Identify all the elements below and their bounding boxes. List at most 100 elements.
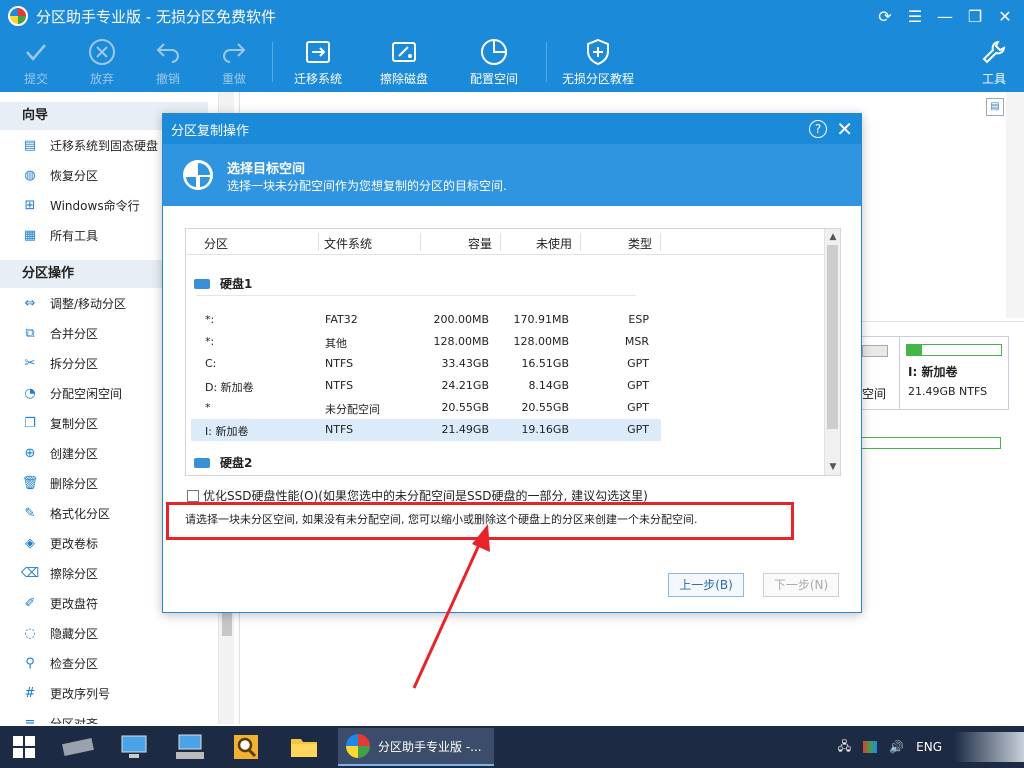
memory-chip-icon: [62, 738, 94, 756]
allocate-space-button[interactable]: 配置空间: [462, 36, 526, 90]
table-row[interactable]: *: 其他 128.00MB 128.00MB MSR: [191, 331, 661, 353]
scrollbar-thumb[interactable]: [222, 612, 232, 636]
taskbar-chip-app[interactable]: [58, 730, 98, 764]
color-icon[interactable]: [863, 741, 878, 753]
broom-icon: ⌫: [20, 565, 40, 581]
migrate-icon: [306, 41, 330, 63]
sidebar-item-hide[interactable]: ◌ 隐藏分区: [0, 618, 208, 648]
create-icon: ⊕: [24, 445, 36, 461]
start-button[interactable]: [4, 730, 44, 764]
annotation-arrow: [412, 524, 490, 689]
sidebar-item-serial[interactable]: # 更改序列号: [0, 678, 208, 708]
disk-icon: [194, 457, 210, 468]
table-scrollbar[interactable]: ▲ ▼: [824, 229, 840, 475]
pie-icon: [183, 160, 213, 190]
title-bar: 分区助手专业版 - 无损分区免费软件: [0, 0, 1024, 32]
system-tray: 🖧 🔊 ENG: [838, 726, 1024, 768]
partition-table: 分区 文件系统 容量 未使用 类型 硬盘1 *: FAT32 200.00MB …: [185, 228, 841, 476]
disk1-row[interactable]: 硬盘1: [194, 275, 252, 292]
dialog-heading: 选择目标空间: [227, 162, 306, 177]
split-icon: ✂: [24, 355, 36, 371]
recover-icon: ◍: [24, 167, 36, 183]
pencil-icon: ✐: [24, 595, 36, 611]
language-indicator[interactable]: ENG: [916, 740, 942, 754]
maximize-button[interactable]: ❐: [962, 4, 988, 28]
next-button[interactable]: 下一步(N): [763, 573, 839, 597]
main-scrollbar[interactable]: [1006, 92, 1024, 318]
check-icon: [26, 44, 46, 61]
folder-icon: [291, 739, 317, 757]
table-row[interactable]: D: 新加卷 NTFS 24.21GB 8.14GB GPT: [191, 375, 661, 397]
taskbar-search-app[interactable]: [226, 730, 266, 764]
submit-button[interactable]: 提交: [14, 36, 58, 90]
taskbar-keyboard-app[interactable]: [170, 730, 210, 764]
partition-usage-bar: [906, 344, 1002, 356]
copy-icon: ❐: [24, 415, 36, 431]
table-row[interactable]: C: NTFS 33.43GB 16.51GB GPT: [191, 353, 661, 375]
undo-button[interactable]: 撤销: [146, 36, 190, 90]
undo-icon: [156, 43, 179, 63]
disk2-row[interactable]: 硬盘2: [194, 454, 252, 471]
column-header[interactable]: 未使用: [536, 235, 572, 252]
refresh-icon[interactable]: ⟳: [872, 4, 898, 28]
disk2-card[interactable]: [861, 429, 1011, 484]
disk-icon: [194, 278, 210, 289]
taskbar: 分区助手专业版 -... 🖧 🔊 ENG: [0, 726, 1024, 768]
partition-bar: [862, 345, 888, 357]
wipe-disk-button[interactable]: 擦除磁盘: [372, 36, 436, 90]
align-icon: ≡: [24, 715, 36, 725]
view-toggle-icon[interactable]: ▤: [986, 98, 1004, 116]
keyboard-icon: [176, 734, 204, 759]
dialog-title: 分区复制操作: [171, 123, 250, 139]
toolbar: 提交 放弃 撤销 重做 迁移系统 擦除磁盘 配置空间 无损分区教程 工具: [0, 36, 1024, 90]
sidebar-item-align[interactable]: ≡ 分区对齐: [0, 708, 208, 725]
windows-icon: ⊞: [24, 197, 36, 213]
toolbar-divider: [272, 42, 273, 82]
window-controls: ⟳ ☰ — ❐ ✕: [872, 4, 1018, 28]
computer-icon: [121, 735, 147, 758]
app-header: 分区助手专业版 - 无损分区免费软件 ⟳ ☰ — ❐ ✕ 提交 放弃 撤销 重做…: [0, 0, 1024, 92]
tools-button[interactable]: 工具: [972, 36, 1016, 90]
column-header[interactable]: 类型: [628, 235, 652, 252]
network-icon[interactable]: 🖧: [838, 737, 851, 758]
clock-area[interactable]: [954, 732, 1024, 762]
discard-button[interactable]: 放弃: [80, 36, 124, 90]
wipe-disk-icon: [392, 42, 416, 62]
scrollbar-thumb[interactable]: [827, 245, 838, 429]
eye-off-icon: ◌: [24, 625, 36, 641]
column-header[interactable]: 文件系统: [324, 235, 372, 252]
chevron-up-icon[interactable]: ▲: [825, 229, 841, 245]
disk-card-i[interactable]: I: 新加卷 21.49GB NTFS: [899, 336, 1009, 410]
format-icon: ✎: [24, 505, 36, 521]
volume-icon[interactable]: 🔊: [889, 740, 904, 754]
wrench-icon: [982, 40, 1006, 64]
magnifier-icon: [234, 735, 258, 759]
table-row[interactable]: *: FAT32 200.00MB 170.91MB ESP: [191, 309, 661, 331]
sidebar-item-check[interactable]: ⚲ 检查分区: [0, 648, 208, 678]
column-header[interactable]: 分区: [204, 235, 228, 252]
dialog-title-bar: 分区复制操作 ? ✕: [163, 114, 861, 144]
column-header[interactable]: 容量: [468, 235, 492, 252]
menu-icon[interactable]: ☰: [902, 4, 928, 28]
taskbar-active-app[interactable]: 分区助手专业版 -...: [338, 728, 494, 766]
close-button[interactable]: ✕: [992, 4, 1018, 28]
chevron-down-icon[interactable]: ▼: [825, 459, 841, 475]
toolbar-divider: [546, 42, 547, 82]
table-row[interactable]: * 未分配空间 20.55GB 20.55GB GPT: [191, 397, 661, 419]
dialog-close-button[interactable]: ✕: [836, 117, 853, 141]
partition-usage-bar: [861, 437, 1001, 449]
taskbar-computer-app[interactable]: [114, 730, 154, 764]
migrate-system-button[interactable]: 迁移系统: [286, 36, 350, 90]
taskbar-file-explorer[interactable]: [284, 730, 324, 764]
minimize-button[interactable]: —: [932, 4, 958, 28]
table-header: 分区 文件系统 容量 未使用 类型: [186, 229, 840, 255]
window-title: 分区助手专业版 - 无损分区免费软件: [36, 7, 276, 26]
help-icon[interactable]: ?: [809, 120, 827, 138]
ssd-checkbox[interactable]: [187, 489, 199, 502]
table-row-selected[interactable]: I: 新加卷 NTFS 21.49GB 19.16GB GPT: [191, 419, 661, 441]
redo-button[interactable]: 重做: [212, 36, 256, 90]
prev-button[interactable]: 上一步(B): [668, 573, 744, 597]
copy-partition-dialog: 分区复制操作 ? ✕ 选择目标空间 选择一块未分配空间作为您想复制的分区的目标空…: [162, 113, 862, 613]
pie-icon: [481, 39, 507, 65]
tutorial-button[interactable]: 无损分区教程: [556, 36, 640, 90]
